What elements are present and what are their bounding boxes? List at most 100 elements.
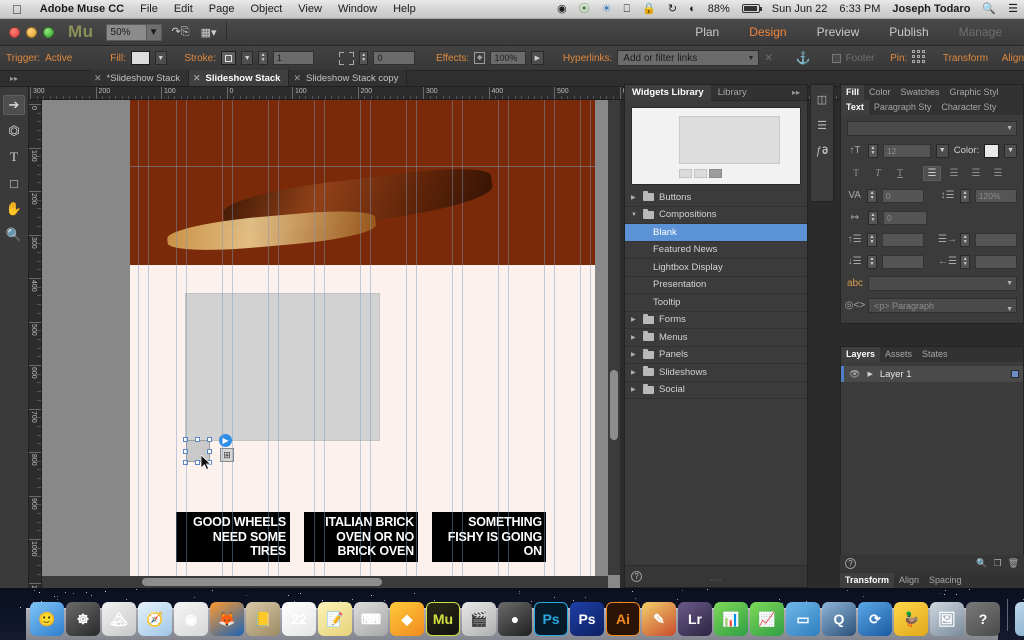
final-cut-icon[interactable]: 🎬 xyxy=(462,602,496,636)
trigger-value[interactable]: Active xyxy=(45,53,72,64)
apple-menu-icon[interactable]:  xyxy=(0,0,32,19)
menu-page[interactable]: Page xyxy=(201,0,243,19)
mode-plan[interactable]: Plan xyxy=(681,19,733,46)
zoom-tool-icon[interactable]: 🔍 xyxy=(3,225,25,245)
space-after-stepper[interactable]: ▲▼ xyxy=(867,255,877,269)
numbers-alt-icon[interactable]: 📈 xyxy=(750,602,784,636)
right-indent-field[interactable] xyxy=(975,255,1017,269)
tab-text[interactable]: Text xyxy=(841,100,869,115)
right-indent-stepper[interactable]: ▲▼ xyxy=(960,255,970,269)
corner-radius-stepper[interactable]: ▲▼ xyxy=(359,51,368,65)
chrome-icon[interactable]: ◉ xyxy=(174,602,208,636)
underline-button[interactable]: T xyxy=(891,166,909,181)
mode-preview[interactable]: Preview xyxy=(803,19,874,46)
stroke-width-stepper[interactable]: ▲▼ xyxy=(258,51,267,65)
photos-icon[interactable]: ● xyxy=(498,602,532,636)
tab-library[interactable]: Library xyxy=(711,85,754,101)
document-tab-2[interactable]: ✕ Slideshow Stack copy xyxy=(289,70,407,86)
layer-row[interactable]: 👁 ▶ Layer 1 xyxy=(841,366,1023,382)
document-tab-1[interactable]: ✕ Slideshow Stack xyxy=(189,70,290,86)
crop-tool-icon[interactable]: ⏣ xyxy=(3,121,25,141)
menu-edit[interactable]: Edit xyxy=(166,0,201,19)
pages-panel-icon[interactable]: ◫ xyxy=(814,91,830,107)
leading-field[interactable]: 120% xyxy=(975,189,1017,203)
new-layer-icon[interactable]: ❐ xyxy=(993,558,1001,569)
selection-tool-icon[interactable]: ➔ xyxy=(3,95,25,115)
font-family-select[interactable]: ▼ xyxy=(847,121,1017,136)
corner-radius-field[interactable]: 0 xyxy=(373,51,414,65)
sync-app-icon[interactable]: ⟳ xyxy=(858,602,892,636)
tab-swatches[interactable]: Swatches xyxy=(896,85,945,100)
hyperlinks-select[interactable]: Add or filter links ▼ xyxy=(617,50,759,66)
rectangle-tool-icon[interactable]: □ xyxy=(3,173,25,193)
widget-list-item[interactable]: ▶Panels xyxy=(625,347,807,365)
duck-app-icon[interactable]: 🦆 xyxy=(894,602,928,636)
widget-list-item[interactable]: ▶Forms xyxy=(625,312,807,330)
font-size-field[interactable]: 12 xyxy=(883,144,931,158)
widget-list-item[interactable]: Presentation xyxy=(625,277,807,295)
tab-widgets-library[interactable]: Widgets Library xyxy=(625,85,711,101)
italic-button[interactable]: T xyxy=(869,166,887,181)
app-name-menu[interactable]: Adobe Muse CC xyxy=(32,0,132,19)
tab-color[interactable]: Color xyxy=(864,85,896,100)
selection-handle[interactable] xyxy=(207,449,212,454)
close-icon[interactable]: ✕ xyxy=(94,73,102,84)
chevron-down-icon[interactable]: ▼ xyxy=(631,212,638,218)
tab-transform[interactable]: Transform xyxy=(840,573,894,588)
window-controls[interactable] xyxy=(0,27,54,38)
effects-icon[interactable]: ❖ xyxy=(474,52,485,64)
tab-fill[interactable]: Fill xyxy=(841,85,864,100)
menu-file[interactable]: File xyxy=(132,0,166,19)
align-button[interactable]: Align xyxy=(1002,53,1024,64)
selection-handle[interactable] xyxy=(195,460,200,465)
widget-list-item[interactable]: Featured News xyxy=(625,242,807,260)
preview-icon[interactable]: 🏔 xyxy=(102,602,136,636)
transform-button[interactable]: Transform xyxy=(943,53,988,64)
left-indent-field[interactable] xyxy=(975,233,1017,247)
library-panel-icon[interactable]: ☰ xyxy=(814,117,830,133)
widget-placeholder[interactable] xyxy=(185,293,380,441)
space-before-stepper[interactable]: ▲▼ xyxy=(867,233,877,247)
widget-list-item[interactable]: ▶Buttons xyxy=(625,189,807,207)
presentation-icon[interactable]: ▭ xyxy=(786,602,820,636)
panel-resize-grip[interactable]: ▫▫▫▫ xyxy=(710,578,723,584)
dropbox-icon[interactable]: ⦿ xyxy=(573,0,596,19)
image-app-icon[interactable]: 🖼 xyxy=(930,602,964,636)
close-window-button[interactable] xyxy=(9,27,20,38)
panel-expand-icon[interactable]: ▸▸ xyxy=(0,70,28,86)
unknown-app-icon[interactable]: ? xyxy=(966,602,1000,636)
notes-icon[interactable]: 📝 xyxy=(318,602,352,636)
menu-help[interactable]: Help xyxy=(385,0,424,19)
font-size-dropdown-icon[interactable]: ▼ xyxy=(936,144,949,158)
calculator-icon[interactable]: ⌨ xyxy=(354,602,388,636)
search-icon[interactable]: 🔍 xyxy=(976,0,1002,19)
text-color-dropdown-icon[interactable]: ▼ xyxy=(1004,144,1017,158)
widget-list-item[interactable]: Tooltip xyxy=(625,294,807,312)
font-size-stepper[interactable]: ▲▼ xyxy=(868,144,878,158)
effects-panel-icon[interactable]: ƒ𝛛 xyxy=(814,143,830,159)
tab-states[interactable]: States xyxy=(917,347,953,362)
menubar-user[interactable]: Joseph Todaro xyxy=(886,0,976,19)
menu-window[interactable]: Window xyxy=(330,0,385,19)
sync-icon[interactable]: ☀ xyxy=(596,0,618,19)
sketch-icon[interactable]: ◆ xyxy=(390,602,424,636)
maximize-window-button[interactable] xyxy=(43,27,54,38)
safari-icon[interactable]: 🧭 xyxy=(138,602,172,636)
tab-align[interactable]: Align xyxy=(894,573,924,588)
chevron-right-icon[interactable]: ▶ xyxy=(631,194,638,201)
canvas-vertical-scrollbar[interactable] xyxy=(608,100,620,575)
close-icon[interactable]: ✕ xyxy=(293,73,301,84)
search-icon[interactable]: 🔍 xyxy=(976,558,987,569)
space-after-field[interactable] xyxy=(882,255,924,269)
stroke-dropdown-icon[interactable]: ▼ xyxy=(241,51,253,65)
dock-items[interactable]: 🙂☸🏔🧭◉🦊📒22📝⌨◆Mu🎬●PsPsAi✎Lr📊📈▭Q⟳🦆🖼?📁📁📄📁🗑 xyxy=(30,594,1024,636)
chevron-right-icon[interactable]: ▶ xyxy=(631,351,638,358)
page-surface[interactable]: ▶ ⊞ GOOD WHEELS NEED SOME TIRES ITALIAN … xyxy=(130,100,595,588)
text-block-2[interactable]: SOMETHING FISHY IS GOING ON xyxy=(432,512,546,562)
tab-character-styles[interactable]: Character Sty xyxy=(936,100,1001,115)
leading-stepper[interactable]: ▲▼ xyxy=(960,189,970,203)
finder-icon[interactable]: 🙂 xyxy=(30,602,64,636)
widget-list-item[interactable]: Lightbox Display xyxy=(625,259,807,277)
chevron-right-icon[interactable]: ▶ xyxy=(867,370,872,378)
pin-grid-icon[interactable] xyxy=(912,50,927,66)
